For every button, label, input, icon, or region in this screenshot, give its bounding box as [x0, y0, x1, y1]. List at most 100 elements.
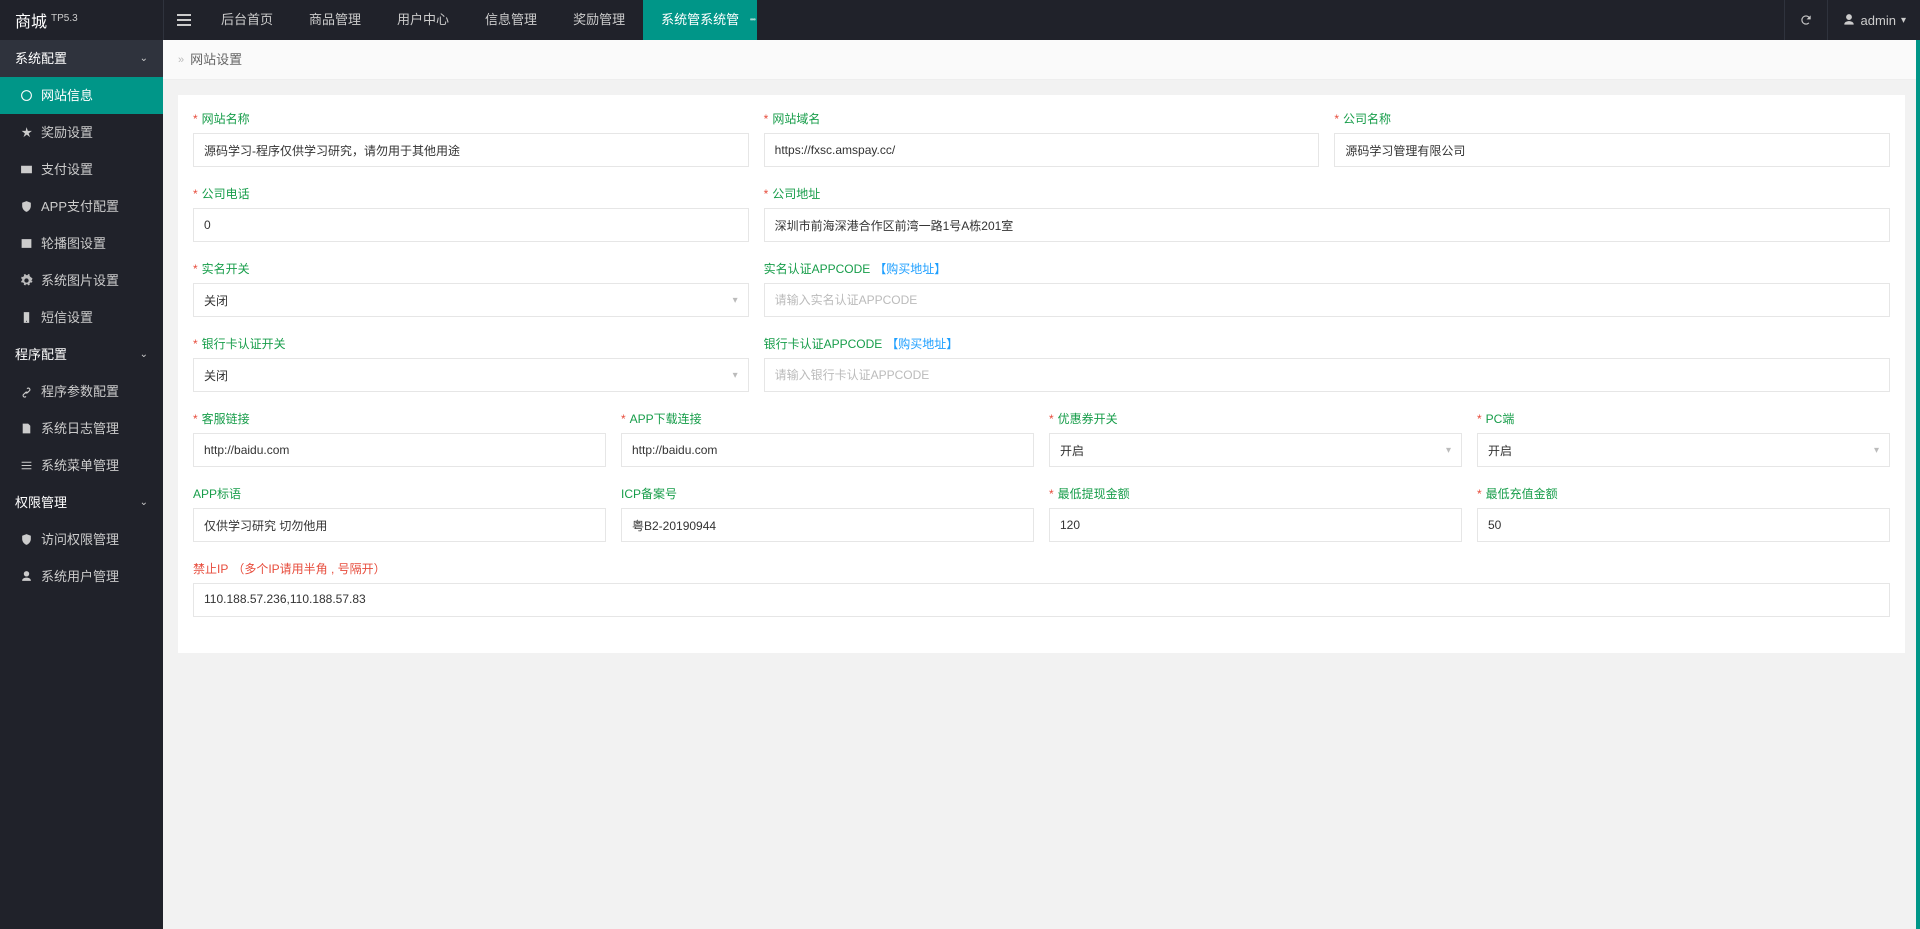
group-label: 权限管理 — [15, 484, 67, 521]
chevron-down-icon: ⌄ — [140, 484, 148, 521]
nav-info[interactable]: 信息管理 — [467, 0, 555, 40]
sidebar-item-payment[interactable]: 支付设置 — [0, 151, 163, 188]
coupon-switch-select[interactable]: 开启▾ — [1049, 433, 1462, 467]
required-star: * — [621, 412, 626, 426]
required-star: * — [1049, 487, 1054, 501]
breadcrumb: » 网站设置 — [163, 40, 1920, 80]
topbar: 商城 TP5.3 后台首页 商品管理 用户中心 信息管理 奖励管理 系统管系统管… — [0, 0, 1920, 40]
sidebar-item-users[interactable]: 系统用户管理 — [0, 558, 163, 595]
star-icon — [20, 126, 33, 139]
nav-user[interactable]: 用户中心 — [379, 0, 467, 40]
required-star: * — [193, 412, 198, 426]
shield-icon — [20, 533, 33, 546]
required-star: * — [1049, 412, 1054, 426]
chevron-down-icon: ⌄ — [140, 336, 148, 373]
label: *实名开关 — [193, 260, 749, 277]
required-star: * — [764, 187, 769, 201]
sidebar-item-menus[interactable]: 系统菜单管理 — [0, 447, 163, 484]
brand-version: TP5.3 — [51, 13, 78, 24]
sidebar-group-permissions[interactable]: 权限管理 ⌄ — [0, 484, 163, 521]
brand-name: 商城 — [15, 8, 47, 32]
site-name-input[interactable] — [193, 133, 749, 167]
breadcrumb-title: 网站设置 — [190, 40, 242, 80]
breadcrumb-arrow-icon: » — [178, 40, 184, 80]
sidebar-item-app-payment[interactable]: APP支付配置 — [0, 188, 163, 225]
user-icon — [20, 570, 33, 583]
sidebar-toggle-button[interactable] — [163, 0, 203, 40]
user-menu[interactable]: admin ▾ — [1827, 0, 1920, 40]
label: APP标语 — [193, 485, 606, 502]
field-bank-appcode: 银行卡认证APPCODE【购买地址】 — [764, 335, 1890, 392]
company-address-input[interactable] — [764, 208, 1890, 242]
form-panel: *网站名称 *网站域名 *公司名称 *公司电话 *公司地址 — [178, 95, 1905, 653]
sidebar-group-system-config[interactable]: 系统配置 ⌄ — [0, 40, 163, 77]
chevron-down-icon: ▾ — [1874, 445, 1879, 456]
item-label: 轮播图设置 — [41, 225, 106, 262]
label: *客服链接 — [193, 410, 606, 427]
field-min-recharge: *最低充值金额 — [1477, 485, 1890, 542]
required-star: * — [1477, 487, 1482, 501]
realname-appcode-input[interactable] — [764, 283, 1890, 317]
app-slogan-input[interactable] — [193, 508, 606, 542]
field-min-withdraw: *最低提现金额 — [1049, 485, 1462, 542]
nav-system[interactable]: 系统管系统管 — [643, 0, 757, 40]
top-nav: 后台首页 商品管理 用户中心 信息管理 奖励管理 系统管系统管 — [203, 0, 757, 40]
gear-icon — [20, 274, 33, 287]
app-download-input[interactable] — [621, 433, 1034, 467]
sidebar-item-program-params[interactable]: 程序参数配置 — [0, 373, 163, 410]
field-company-name: *公司名称 — [1334, 110, 1890, 167]
kefu-link-input[interactable] — [193, 433, 606, 467]
sidebar-item-site-info[interactable]: 网站信息 — [0, 77, 163, 114]
shield-icon — [20, 200, 33, 213]
sidebar-item-logs[interactable]: 系统日志管理 — [0, 410, 163, 447]
refresh-button[interactable] — [1784, 0, 1827, 40]
buy-link[interactable]: 【购买地址】 — [886, 335, 958, 352]
nav-home[interactable]: 后台首页 — [203, 0, 291, 40]
required-star: * — [193, 262, 198, 276]
required-star: * — [193, 112, 198, 126]
chevron-down-icon: ⌄ — [140, 40, 148, 77]
ban-ip-input[interactable] — [193, 583, 1890, 617]
sidebar-item-system-images[interactable]: 系统图片设置 — [0, 262, 163, 299]
field-pc-switch: *PC端 开启▾ — [1477, 410, 1890, 467]
min-recharge-input[interactable] — [1477, 508, 1890, 542]
field-app-slogan: APP标语 — [193, 485, 606, 542]
label: *APP下载连接 — [621, 410, 1034, 427]
form-row: *实名开关 关闭▾ 实名认证APPCODE【购买地址】 — [193, 260, 1890, 317]
buy-link[interactable]: 【购买地址】 — [874, 260, 946, 277]
site-domain-input[interactable] — [764, 133, 1320, 167]
field-site-domain: *网站域名 — [764, 110, 1320, 167]
item-label: 系统菜单管理 — [41, 447, 119, 484]
form-row: *公司电话 *公司地址 — [193, 185, 1890, 242]
item-label: 奖励设置 — [41, 114, 93, 151]
min-withdraw-input[interactable] — [1049, 508, 1462, 542]
sidebar-group-program-config[interactable]: 程序配置 ⌄ — [0, 336, 163, 373]
sidebar-item-sms[interactable]: 短信设置 — [0, 299, 163, 336]
scrollbar-edge[interactable] — [1916, 40, 1920, 929]
bank-appcode-input[interactable] — [764, 358, 1890, 392]
item-label: 系统用户管理 — [41, 558, 119, 595]
nav-reward[interactable]: 奖励管理 — [555, 0, 643, 40]
field-company-address: *公司地址 — [764, 185, 1890, 242]
sidebar-item-carousel[interactable]: 轮播图设置 — [0, 225, 163, 262]
label: *公司地址 — [764, 185, 1890, 202]
required-star: * — [193, 187, 198, 201]
form-row: *网站名称 *网站域名 *公司名称 — [193, 110, 1890, 167]
form-row: APP标语 ICP备案号 *最低提现金额 *最低充值金额 — [193, 485, 1890, 542]
company-name-input[interactable] — [1334, 133, 1890, 167]
bank-switch-select[interactable]: 关闭▾ — [193, 358, 749, 392]
label: *网站名称 — [193, 110, 749, 127]
realname-switch-select[interactable]: 关闭▾ — [193, 283, 749, 317]
icp-input[interactable] — [621, 508, 1034, 542]
label: *最低提现金额 — [1049, 485, 1462, 502]
company-phone-input[interactable] — [193, 208, 749, 242]
globe-icon — [20, 89, 33, 102]
sidebar-item-reward[interactable]: 奖励设置 — [0, 114, 163, 151]
pc-switch-select[interactable]: 开启▾ — [1477, 433, 1890, 467]
brand-logo: 商城 TP5.3 — [0, 8, 163, 32]
nav-goods[interactable]: 商品管理 — [291, 0, 379, 40]
chevron-down-icon: ▾ — [733, 370, 738, 381]
label: *最低充值金额 — [1477, 485, 1890, 502]
sidebar-item-access[interactable]: 访问权限管理 — [0, 521, 163, 558]
refresh-icon — [1799, 13, 1813, 27]
